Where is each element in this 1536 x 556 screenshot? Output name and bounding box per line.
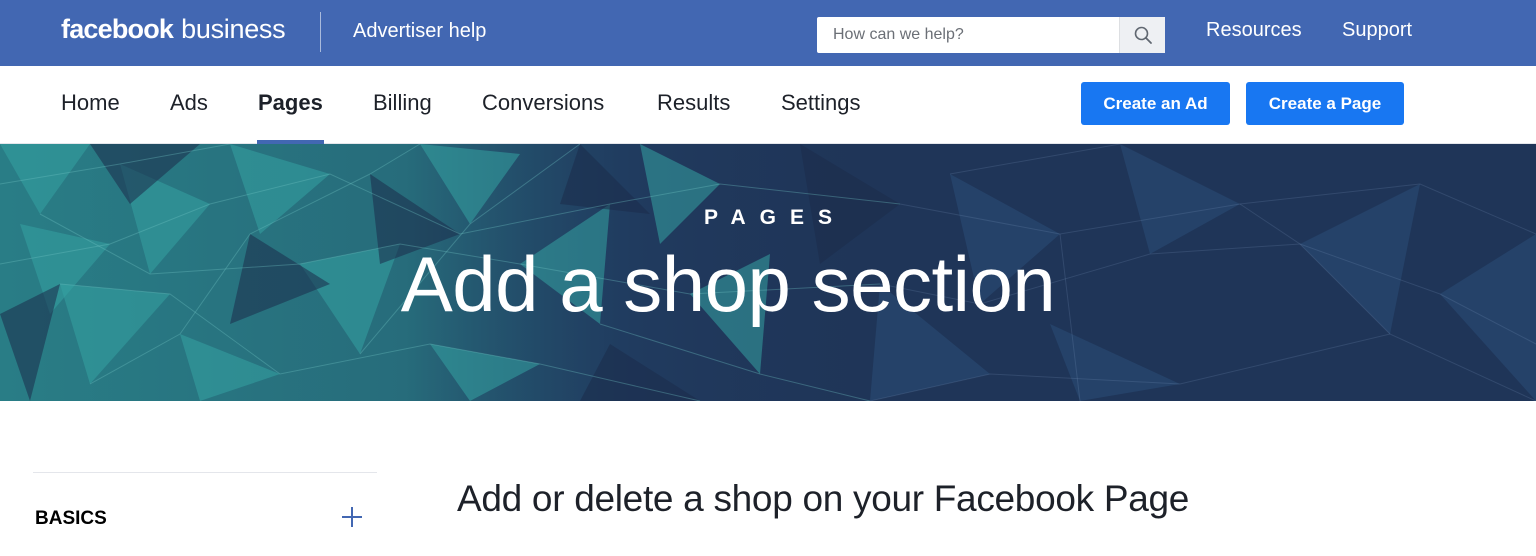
nav-item-billing[interactable]: Billing [373, 90, 432, 116]
page-title: Add a shop section [400, 240, 1056, 328]
sidebar-section-basics[interactable]: BASICS [35, 508, 107, 530]
nav-item-ads[interactable]: Ads [170, 90, 208, 116]
top-bar: facebook business Advertiser help Resour… [0, 0, 1536, 66]
resources-link[interactable]: Resources [1206, 19, 1302, 42]
section-nav: Home Ads Pages Billing Conversions Resul… [0, 66, 1536, 144]
nav-item-home[interactable]: Home [61, 90, 120, 116]
sidebar-divider [33, 472, 377, 473]
advertiser-help-link[interactable]: Advertiser help [353, 20, 486, 43]
support-link[interactable]: Support [1342, 19, 1412, 42]
plus-icon[interactable] [340, 505, 364, 529]
search-input[interactable] [817, 17, 1119, 53]
hero-eyebrow: PAGES [704, 206, 846, 229]
nav-item-pages[interactable]: Pages [258, 90, 323, 116]
hero-banner: PAGES Add a shop section [0, 144, 1536, 401]
nav-item-settings[interactable]: Settings [781, 90, 861, 116]
nav-item-conversions[interactable]: Conversions [482, 90, 604, 116]
create-ad-button[interactable]: Create an Ad [1081, 82, 1230, 125]
search-button[interactable] [1119, 17, 1165, 53]
nav-item-results[interactable]: Results [657, 90, 730, 116]
facebook-business-logo[interactable]: facebook business [61, 14, 286, 52]
logo-facebook-text: facebook [61, 14, 174, 44]
header-divider [320, 12, 321, 52]
search-icon [1134, 26, 1152, 44]
search-box [817, 17, 1165, 53]
create-page-button[interactable]: Create a Page [1246, 82, 1404, 125]
article-title: Add or delete a shop on your Facebook Pa… [457, 478, 1190, 519]
logo-business-text: business [181, 14, 286, 44]
